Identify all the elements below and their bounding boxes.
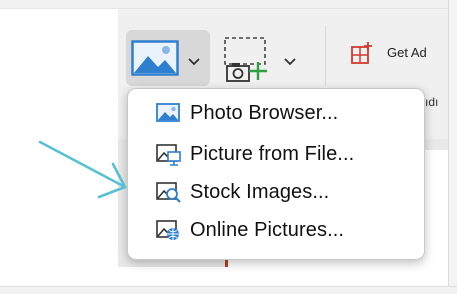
- add-ins-icon: [350, 41, 374, 70]
- annotation-arrow-icon: [38, 140, 127, 199]
- online-pictures-icon: [154, 218, 182, 242]
- window-bottom-edge: [0, 286, 457, 294]
- menu-item-stock-images[interactable]: Stock Images...: [154, 178, 329, 206]
- picture-from-file-icon: [154, 142, 182, 166]
- menu-item-label: Stock Images...: [190, 180, 330, 203]
- chevron-down-icon[interactable]: [284, 53, 296, 71]
- menu-item-photo-browser[interactable]: Photo Browser...: [154, 99, 338, 127]
- menu-item-label: Photo Browser...: [190, 101, 339, 124]
- menu-item-label: Online Pictures...: [190, 218, 345, 241]
- pictures-dropdown-menu: Photo Browser... Picture from File... St…: [127, 88, 425, 260]
- photo-browser-icon: [154, 101, 182, 125]
- stock-images-icon: [154, 180, 182, 204]
- screenshot-button[interactable]: [218, 30, 302, 86]
- get-add-ins-label: Get Ad: [387, 45, 427, 60]
- ribbon-cut-text: ıdı: [425, 95, 439, 109]
- window-right-edge: [448, 0, 457, 294]
- chevron-down-icon[interactable]: [188, 53, 200, 71]
- menu-item-picture-from-file[interactable]: Picture from File...: [154, 140, 354, 168]
- screenshot-camera-icon: [223, 36, 273, 89]
- menu-item-online-pictures[interactable]: Online Pictures...: [154, 216, 344, 244]
- menu-item-label: Picture from File...: [190, 142, 355, 165]
- ribbon-separator: [325, 26, 326, 86]
